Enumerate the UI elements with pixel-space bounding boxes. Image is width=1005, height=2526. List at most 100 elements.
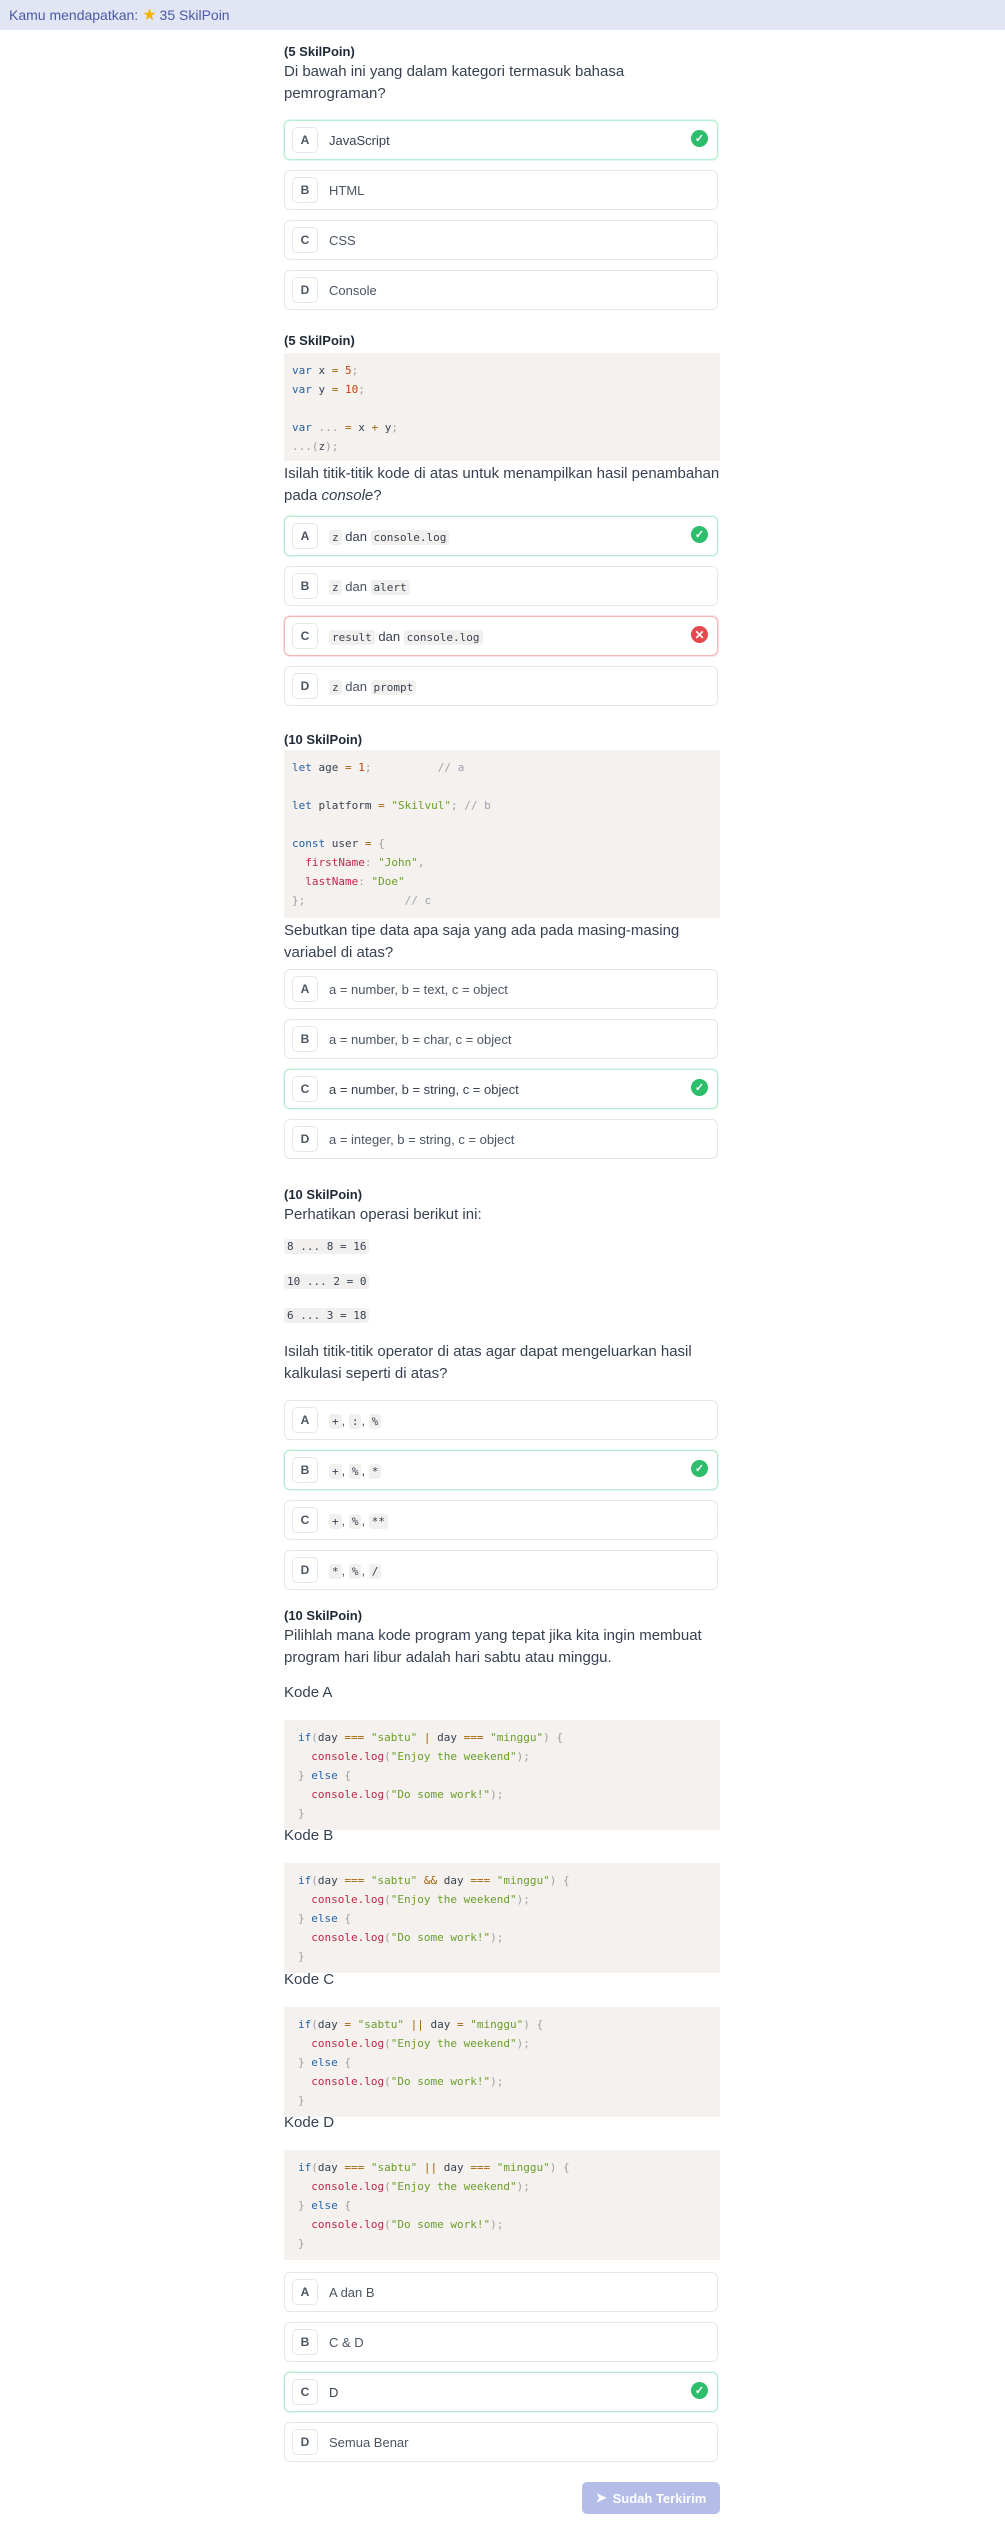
question-3-text: Sebutkan tipe data apa saja yang ada pad… <box>284 918 720 964</box>
option-letter: D <box>292 1557 318 1583</box>
question-points: (5 SkilPoin) <box>284 333 355 348</box>
answer-option-c[interactable]: C CSS <box>284 220 718 260</box>
inline-code: % <box>348 1513 362 1529</box>
answer-option-d[interactable]: Dz dan prompt <box>284 666 718 706</box>
option-text: D <box>329 2384 339 2400</box>
code-label: Kode A <box>284 1684 333 1701</box>
option-letter: D <box>292 1126 318 1152</box>
option-letter: A <box>292 1407 318 1433</box>
correct-check-icon: ✓ <box>691 2382 708 2399</box>
option-letter: C <box>292 623 318 649</box>
inline-code: z <box>329 529 342 545</box>
inline-code: * <box>368 1463 382 1479</box>
question-text: Pilihlah mana kode program yang tepat ji… <box>284 1627 702 1666</box>
code-label: Kode D <box>284 2114 335 2131</box>
code-label: Kode B <box>284 1827 334 1844</box>
code-label: Kode C <box>284 1971 335 1988</box>
option-letter: A <box>292 2279 318 2305</box>
answer-option-a[interactable]: Aa = number, b = text, c = object <box>284 969 718 1009</box>
option-text: z dan console.log <box>329 529 450 545</box>
option-letter: B <box>292 1026 318 1052</box>
reward-bar: Kamu mendapatkan: ★ 35 SkilPoin <box>0 0 1005 30</box>
option-text: result dan console.log <box>329 629 483 645</box>
option-text: +, :, % <box>329 1413 382 1429</box>
answer-option-b[interactable]: B HTML <box>284 170 718 210</box>
option-text: JavaScript <box>329 132 390 148</box>
question-text: Di bawah ini yang dalam kategori termasu… <box>284 63 625 102</box>
submit-label: Sudah Terkirim <box>612 2490 707 2506</box>
reward-prefix: Kamu mendapatkan: <box>9 7 139 23</box>
inline-code: alert <box>370 579 410 595</box>
option-text: C & D <box>329 2334 364 2350</box>
answer-option-d[interactable]: D Semua Benar <box>284 2422 718 2462</box>
correct-check-icon: ✓ <box>691 130 708 147</box>
answer-option-c[interactable]: C D ✓ <box>284 2372 718 2412</box>
question-text: Sebutkan tipe data apa saja yang ada pad… <box>284 922 680 961</box>
question-points: (10 SkilPoin) <box>284 1187 363 1202</box>
inline-code: + <box>329 1513 342 1529</box>
question-text: Isilah titik-titik operator di atas agar… <box>284 1343 692 1382</box>
inline-code: % <box>348 1563 362 1579</box>
option-text: z dan prompt <box>329 679 417 695</box>
option-letter: C <box>292 227 318 253</box>
option-letter: A <box>292 127 318 153</box>
option-letter: D <box>292 277 318 303</box>
question-3: (10 SkilPoin) <box>284 732 720 747</box>
option-text: a = number, b = string, c = object <box>329 1081 519 1097</box>
code-block: if(day === "sabtu" || day === "minggu") … <box>284 2150 720 2260</box>
correct-check-icon: ✓ <box>691 526 708 543</box>
answer-option-c[interactable]: Ca = number, b = string, c = object ✓ <box>284 1069 718 1109</box>
option-text: A dan B <box>329 2284 375 2300</box>
answer-option-b[interactable]: BC & D <box>284 2322 718 2362</box>
option-text: CSS <box>329 232 356 248</box>
answer-option-c[interactable]: Cresult dan console.log ✕ <box>284 616 718 656</box>
answer-option-a[interactable]: A JavaScript ✓ <box>284 120 718 160</box>
question-2: (5 SkilPoin) <box>284 333 720 348</box>
option-letter: D <box>292 673 318 699</box>
option-letter: B <box>292 573 318 599</box>
option-text: z dan alert <box>329 579 410 595</box>
inline-code: + <box>329 1463 342 1479</box>
wrong-cross-icon: ✕ <box>691 626 708 643</box>
question-text: Isilah titik-titik kode di atas untuk me… <box>284 465 720 504</box>
operation-line: 10 ... 2 = 0 <box>284 1272 370 1290</box>
option-text: Console <box>329 282 377 298</box>
inline-code: % <box>348 1463 362 1479</box>
question-4-text: Isilah titik-titik operator di atas agar… <box>284 1339 720 1385</box>
submitted-button[interactable]: ➤ Sudah Terkirim <box>582 2482 720 2514</box>
question-intro: Perhatikan operasi berikut ini: <box>284 1206 482 1223</box>
inline-code: % <box>368 1413 382 1429</box>
option-letter: D <box>292 2429 318 2455</box>
answer-option-a[interactable]: A A dan B <box>284 2272 718 2312</box>
option-text: HTML <box>329 182 365 198</box>
operation-line: 8 ... 8 = 16 <box>284 1237 370 1255</box>
answer-option-d[interactable]: Da = integer, b = string, c = object <box>284 1119 718 1159</box>
code-block: var x = 5; var y = 10; var ... = x + y; … <box>284 353 720 461</box>
code-block: if(day === "sabtu" && day === "minggu") … <box>284 1863 720 1973</box>
option-letter: C <box>292 2379 318 2405</box>
answer-option-b[interactable]: Bz dan alert <box>284 566 718 606</box>
inline-code: : <box>348 1413 362 1429</box>
answer-option-d[interactable]: D *, %, / <box>284 1550 718 1590</box>
code-block: if(day === "sabtu" | day === "minggu") {… <box>284 1720 720 1830</box>
answer-option-a[interactable]: Az dan console.log ✓ <box>284 516 718 556</box>
inline-code: z <box>329 679 342 695</box>
answer-option-a[interactable]: A +, :, % <box>284 1400 718 1440</box>
reward-points: 35 SkilPoin <box>159 7 230 23</box>
answer-option-b[interactable]: B +, %, * ✓ <box>284 1450 718 1490</box>
question-1: (5 SkilPoin) Di bawah ini yang dalam kat… <box>284 44 720 105</box>
inline-code: * <box>329 1563 342 1579</box>
option-text: +, %, ** <box>329 1513 388 1529</box>
inline-code: result <box>329 629 375 645</box>
answer-option-d[interactable]: D Console <box>284 270 718 310</box>
star-icon: ★ <box>142 7 157 24</box>
paper-plane-icon: ➤ <box>595 2490 607 2505</box>
option-text: +, %, * <box>329 1463 382 1479</box>
answer-option-b[interactable]: Ba = number, b = char, c = object <box>284 1019 718 1059</box>
option-text: a = number, b = text, c = object <box>329 981 508 997</box>
inline-code: / <box>368 1563 382 1579</box>
answer-option-c[interactable]: C +, %, ** <box>284 1500 718 1540</box>
operation-line: 6 ... 3 = 18 <box>284 1306 370 1324</box>
question-5: (10 SkilPoin) Pilihlah mana kode program… <box>284 1608 720 1669</box>
inline-code: z <box>329 579 342 595</box>
